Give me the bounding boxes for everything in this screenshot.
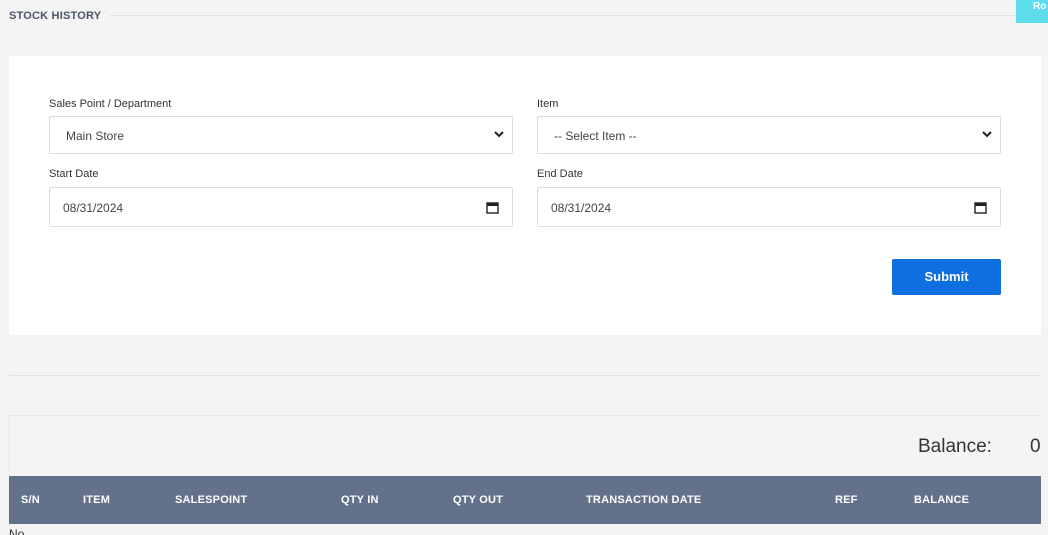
sales-point-label: Sales Point / Department — [49, 98, 172, 110]
table-header: S/N ITEM SALESPOINT QTY IN QTY OUT TRANS… — [9, 476, 1041, 524]
balance-value: 0 — [1030, 436, 1041, 457]
column-header-balance[interactable]: BALANCE — [914, 494, 969, 506]
item-value: -- Select Item -- — [554, 129, 637, 143]
page-title: STOCK HISTORY — [9, 10, 102, 22]
start-date-label: Start Date — [49, 168, 99, 180]
start-date-input[interactable]: 08/31/2024 — [49, 187, 513, 227]
header-divider — [110, 15, 1048, 16]
start-date-value: 08/31/2024 — [63, 201, 124, 215]
item-label: Item — [537, 98, 559, 110]
calendar-icon[interactable] — [486, 201, 499, 214]
end-date-label: End Date — [537, 168, 583, 180]
item-select[interactable]: -- Select Item -- — [537, 116, 1001, 154]
column-header-salespoint[interactable]: SALESPOINT — [175, 494, 247, 506]
calendar-icon[interactable] — [974, 201, 987, 214]
column-header-sn[interactable]: S/N — [21, 494, 40, 506]
filter-form: Sales Point / Department Main Store Item… — [9, 56, 1041, 335]
column-header-qty-out[interactable]: QTY OUT — [453, 494, 503, 506]
sales-point-select[interactable]: Main Store — [49, 116, 513, 154]
end-date-value: 08/31/2024 — [551, 201, 612, 215]
column-header-item[interactable]: ITEM — [83, 494, 110, 506]
column-header-ref[interactable]: REF — [835, 494, 858, 506]
page-header: STOCK HISTORY Ro — [0, 0, 1048, 32]
column-header-qty-in[interactable]: QTY IN — [341, 494, 379, 506]
corner-button[interactable]: Ro — [1016, 0, 1048, 23]
section-divider — [9, 375, 1041, 376]
end-date-input[interactable]: 08/31/2024 — [537, 187, 1001, 227]
column-header-transaction-date[interactable]: TRANSACTION DATE — [586, 494, 701, 506]
sales-point-value: Main Store — [66, 129, 125, 143]
balance-label: Balance: — [918, 436, 992, 457]
empty-table-message: No — [9, 527, 25, 535]
chevron-down-icon — [982, 131, 992, 138]
chevron-down-icon — [494, 131, 504, 138]
submit-button[interactable]: Submit — [892, 259, 1001, 295]
